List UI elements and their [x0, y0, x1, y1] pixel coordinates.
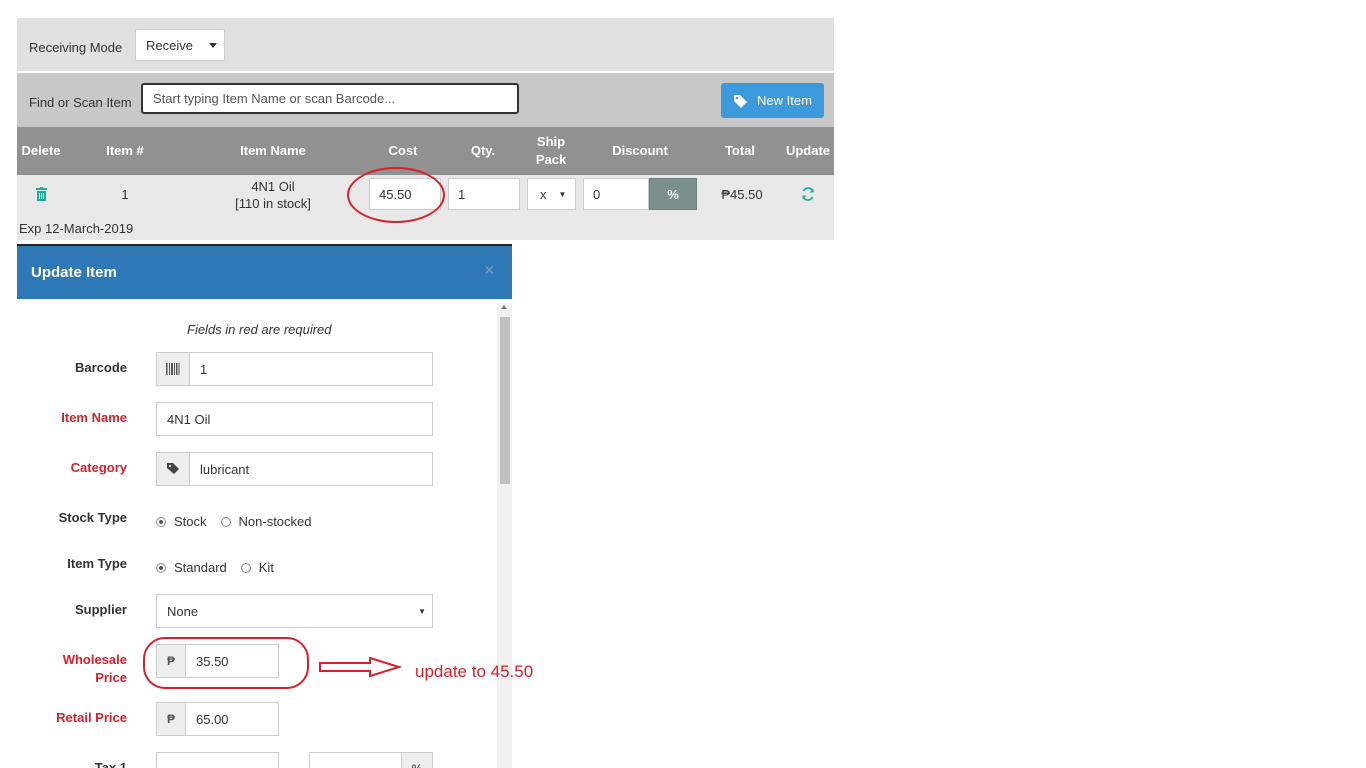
modal-body: Fields in red are required Barcode 1 Ite… — [17, 299, 512, 768]
row-item-name: 4N1 Oil — [251, 179, 295, 194]
scroll-up-arrow-icon[interactable] — [501, 305, 507, 309]
table-header: Delete Item # Item Name Cost Qty. Ship P… — [17, 127, 834, 175]
header-item-number: Item # — [106, 143, 144, 158]
kit-radio[interactable] — [240, 562, 251, 573]
ship-pack-value: x — [540, 186, 547, 202]
item-type-options: Standard Kit — [156, 560, 274, 575]
annotation-text: update to 45.50 — [415, 662, 534, 681]
cost-highlight-ellipse — [347, 167, 445, 223]
row-expiry: Exp 12-March-2019 — [19, 221, 134, 236]
peso-sign-icon: ₱ — [157, 703, 186, 735]
modal-scroll-thumb[interactable] — [500, 317, 510, 484]
caret-down-icon: ▼ — [558, 189, 567, 199]
row-total: ₱45.50 — [721, 187, 763, 202]
item-name-field[interactable]: 4N1 Oil — [156, 402, 433, 436]
header-total: Total — [724, 143, 756, 158]
kit-option-label: Kit — [258, 560, 274, 575]
supplier-value: None — [167, 603, 199, 619]
modal-header: Update Item × — [17, 246, 512, 299]
row-item-number: 1 — [121, 187, 129, 202]
tax1-name-field[interactable] — [156, 752, 279, 768]
wholesale-price-label: Wholesale Price — [17, 651, 127, 687]
tag-icon — [734, 94, 748, 108]
receiving-mode-value: Receive — [146, 37, 193, 53]
row-item-name-cell: 4N1 Oil [110 in stock] — [217, 178, 329, 212]
wholesale-highlight-ellipse — [143, 637, 309, 689]
barcode-value: 1 — [200, 361, 208, 377]
wholesale-label-line2: Price — [95, 670, 127, 685]
header-ship-pack-line1: Ship — [536, 134, 566, 149]
item-name-label: Item Name — [61, 410, 127, 425]
receiving-mode-label: Receiving Mode — [29, 40, 123, 55]
percent-addon: % — [401, 753, 432, 768]
required-note: Fields in red are required — [187, 322, 332, 337]
receiving-mode-select[interactable]: Receive — [135, 29, 225, 61]
header-discount: Discount — [612, 143, 668, 158]
trash-icon[interactable] — [36, 187, 47, 201]
qty-input[interactable]: 1 — [448, 178, 520, 210]
category-label: Category — [70, 460, 127, 475]
tag-icon — [166, 463, 179, 474]
row-stock-note: [110 in stock] — [235, 196, 311, 211]
new-item-label: New Item — [757, 93, 812, 108]
category-value: lubricant — [200, 461, 250, 477]
refresh-icon[interactable] — [801, 187, 815, 201]
header-delete: Delete — [21, 143, 61, 158]
barcode-label: Barcode — [74, 360, 127, 375]
stock-option-label: Stock — [174, 514, 207, 529]
nonstocked-radio[interactable] — [220, 516, 231, 527]
barcode-icon — [166, 363, 180, 375]
item-type-label: Item Type — [67, 556, 127, 571]
category-field[interactable]: lubricant — [156, 452, 433, 486]
stock-type-options: Stock Non-stocked — [156, 514, 312, 529]
close-icon[interactable]: × — [484, 260, 495, 281]
header-update: Update — [785, 143, 831, 158]
caret-down-icon — [208, 42, 217, 48]
standard-option-label: Standard — [174, 560, 227, 575]
search-input[interactable] — [141, 83, 519, 114]
header-ship-pack-line2: Pack — [535, 152, 567, 167]
stock-radio[interactable] — [156, 516, 166, 527]
header-ship-pack: Ship Pack — [527, 127, 575, 175]
category-addon — [157, 453, 190, 485]
barcode-field[interactable]: 1 — [156, 352, 433, 386]
modal-title: Update Item — [31, 264, 117, 281]
supplier-select[interactable]: None ▼ — [156, 594, 433, 628]
wholesale-label-line1: Wholesale — [62, 652, 127, 667]
nonstocked-option-label: Non-stocked — [238, 514, 312, 529]
caret-down-icon: ▼ — [418, 606, 426, 616]
supplier-label: Supplier — [74, 602, 127, 617]
arrow-right-icon — [319, 656, 402, 678]
tax1-label: Tax 1 — [94, 760, 127, 768]
header-qty: Qty. — [470, 143, 496, 158]
retail-price-value: 65.00 — [196, 711, 229, 727]
ship-pack-select[interactable]: x ▼ — [527, 178, 576, 210]
barcode-addon — [157, 353, 190, 385]
header-item-name: Item Name — [240, 143, 306, 158]
retail-price-field[interactable]: ₱ 65.00 — [156, 702, 279, 736]
stock-type-label: Stock Type — [58, 510, 127, 525]
new-item-button[interactable]: New Item — [721, 83, 824, 118]
item-name-value: 4N1 Oil — [167, 411, 211, 427]
discount-type-button[interactable]: % — [649, 178, 697, 210]
standard-radio[interactable] — [156, 562, 166, 573]
find-scan-label: Find or Scan Item — [29, 95, 132, 110]
tax1-percent-field[interactable]: % — [309, 752, 433, 768]
discount-input[interactable]: 0 — [583, 178, 649, 210]
retail-price-label: Retail Price — [56, 710, 127, 725]
